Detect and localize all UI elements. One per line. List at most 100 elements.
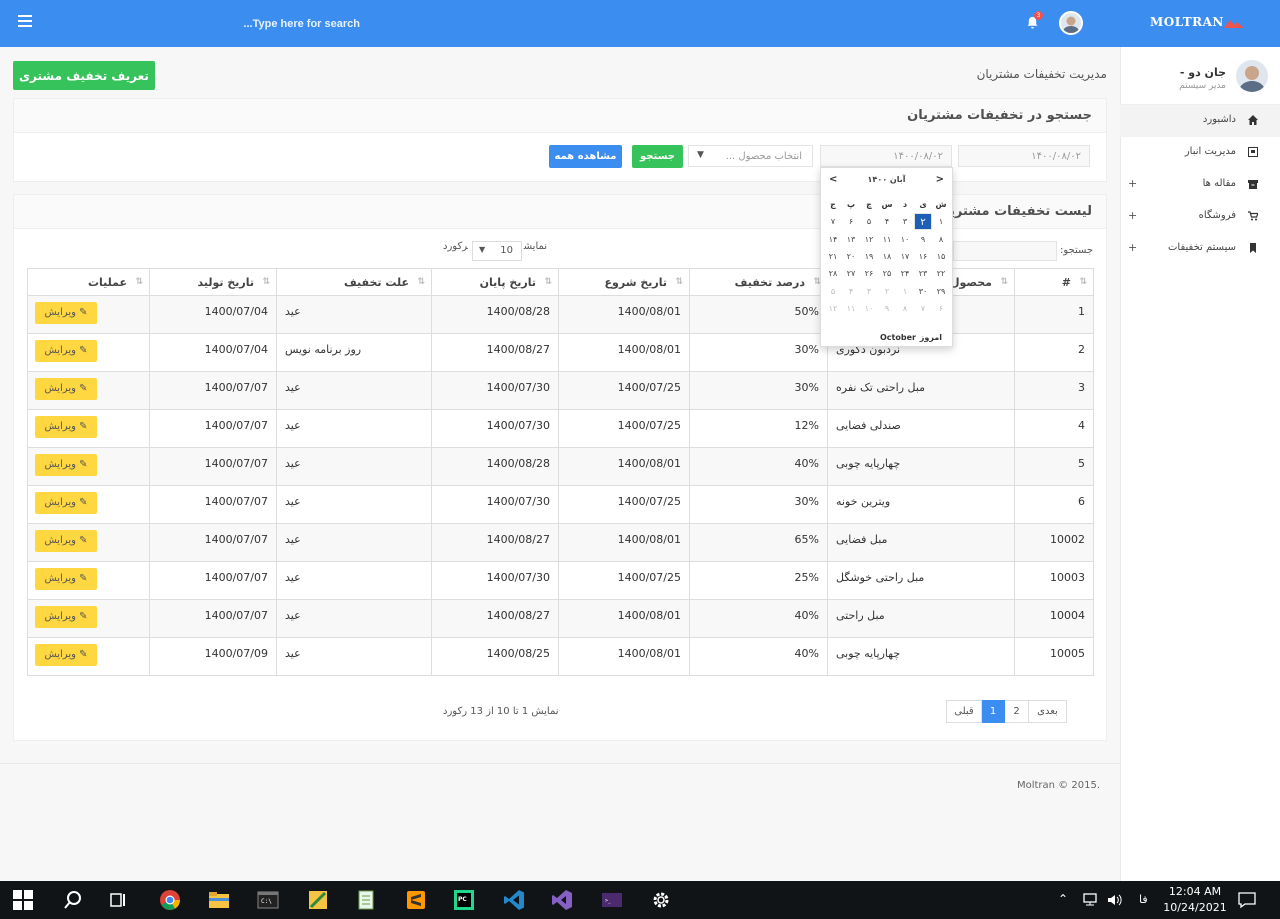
avatar[interactable] [1059,11,1083,35]
datepicker-today-button[interactable]: امروز [920,333,942,342]
notepad-icon[interactable] [355,889,377,911]
datepicker-day[interactable]: ۳ [860,283,878,300]
datepicker-day[interactable]: ۲۶ [860,265,878,282]
edit-button[interactable]: ✎ ویرایش [35,378,97,400]
datepicker-day[interactable]: ۲۱ [824,248,842,265]
powershell-icon[interactable]: >_ [601,889,623,911]
search-input[interactable] [60,13,360,35]
datepicker-day[interactable]: ۱۰ [896,231,914,248]
column-header[interactable]: ⇅ درصد تخفیف [689,268,828,296]
visual-studio-icon[interactable] [551,889,573,911]
datepicker-day[interactable]: ۱۱ [878,231,896,248]
datepicker-day[interactable]: ۵ [824,283,842,300]
pagination-next[interactable]: بعدی [1028,700,1067,723]
datepicker-day[interactable]: ۴ [878,213,896,230]
datepicker-day[interactable]: ۹ [914,231,932,248]
datepicker-day[interactable]: ۱۶ [914,248,932,265]
edit-button[interactable]: ✎ ویرایش [35,492,97,514]
datepicker-day[interactable]: ۲۰ [842,248,860,265]
taskbar-search-icon[interactable] [62,889,84,911]
clock-date[interactable]: 10/24/2021 [1163,901,1227,919]
pagination-prev[interactable]: قبلی [946,700,982,723]
datepicker-selected-day[interactable]: ۲ [914,213,932,231]
chrome-icon[interactable] [159,889,181,911]
task-view-icon[interactable] [108,889,130,911]
edit-button[interactable]: ✎ ویرایش [35,340,97,362]
datepicker-day[interactable]: ۲۳ [914,265,932,282]
expand-plus-icon[interactable]: + [1128,241,1137,254]
network-icon[interactable] [1082,891,1100,909]
column-header[interactable]: ⇅ تاریخ تولید [149,268,277,296]
define-discount-button[interactable]: تعریف تخفیف مشتری [13,61,155,90]
column-header[interactable]: ⇅ تاریخ پایان [431,268,559,296]
user-avatar[interactable] [1236,60,1268,92]
edit-button[interactable]: ✎ ویرایش [35,454,97,476]
edit-button[interactable]: ✎ ویرایش [35,606,97,628]
datepicker-day[interactable]: ۱۱ [842,300,860,317]
datepicker-day[interactable]: ۱۴ [824,231,842,248]
sidebar-item-articles[interactable]: مقاله ها + [1120,169,1280,201]
datepicker-day[interactable]: ۱۰ [860,300,878,317]
datepicker-day[interactable]: ۱ [932,213,950,230]
datepicker-day[interactable]: ۲۸ [824,265,842,282]
datepicker-day[interactable]: ۳۰ [914,283,932,300]
pycharm-icon[interactable]: PC [453,889,475,911]
datepicker-day[interactable]: ۹ [878,300,896,317]
sidebar-item-discounts[interactable]: سیستم تخفیفات + [1120,233,1280,265]
from-date-input[interactable] [958,145,1090,167]
page-length-select[interactable]: 10 ▼ [472,241,522,261]
column-header[interactable]: ⇅ تاریخ شروع [558,268,690,296]
file-explorer-icon[interactable] [208,889,230,911]
edit-button[interactable]: ✎ ویرایش [35,644,97,666]
datepicker-day[interactable]: ۲۲ [932,265,950,282]
datepicker-day[interactable]: ۱۲ [860,231,878,248]
column-header[interactable]: ⇅ عملیات [27,268,150,296]
user-name[interactable]: جان دو - [1180,66,1226,79]
tray-chevron-up-icon[interactable]: ⌃ [1058,892,1068,919]
column-header[interactable]: ⇅ # [1014,268,1094,296]
expand-plus-icon[interactable]: + [1128,177,1137,190]
datepicker-prev-arrow[interactable]: > [829,174,837,185]
datepicker-month-title[interactable]: آبان ۱۴۰۰ [821,175,952,184]
column-header[interactable]: ⇅ علت تخفیف [276,268,432,296]
edit-button[interactable]: ✎ ویرایش [35,416,97,438]
notifications-icon[interactable] [1237,890,1257,910]
edit-button[interactable]: ✎ ویرایش [35,302,97,324]
datepicker-day[interactable]: ۶ [842,213,860,230]
pagination-page-1[interactable]: 1 [981,700,1005,723]
sublime-text-icon[interactable] [405,889,427,911]
volume-icon[interactable] [1106,891,1124,909]
brand-logo[interactable]: MOLTRAN [1150,15,1224,29]
show-all-button[interactable]: مشاهده همه [549,145,622,168]
datepicker-day[interactable]: ۸ [932,231,950,248]
hamburger-menu-icon[interactable] [18,15,32,27]
datepicker-day[interactable]: ۲۷ [842,265,860,282]
datepicker-day[interactable]: ۲۴ [896,265,914,282]
sidebar-item-inventory[interactable]: مدیریت انبار [1120,137,1280,169]
datepicker-day[interactable]: ۴ [842,283,860,300]
datepicker-day[interactable]: ۶ [932,300,950,317]
datepicker-day[interactable]: ۱۸ [878,248,896,265]
product-select[interactable]: انتخاب محصول ... ▼ [688,145,813,167]
to-date-input[interactable] [820,145,952,167]
datepicker-day[interactable]: ۷ [914,300,932,317]
sidebar-item-dashboard[interactable]: داشبورد [1120,105,1280,137]
datepicker-day[interactable]: ۱۷ [896,248,914,265]
datepicker-day[interactable]: ۱۳ [842,231,860,248]
datepicker-day[interactable]: ۷ [824,213,842,230]
edit-button[interactable]: ✎ ویرایش [35,530,97,552]
datepicker-day[interactable]: ۱۵ [932,248,950,265]
pagination-page-2[interactable]: 2 [1004,700,1029,723]
settings-gear-icon[interactable] [650,889,672,911]
datepicker-day[interactable]: ۵ [860,213,878,230]
datepicker-day[interactable]: ۱۲ [824,300,842,317]
language-indicator[interactable]: فا [1139,893,1148,919]
vscode-icon[interactable] [503,889,525,911]
windows-start-icon[interactable] [13,890,33,910]
sidebar-item-shop[interactable]: فروشگاه + [1120,201,1280,233]
datepicker-day[interactable]: ۲ [878,283,896,300]
datepicker-day[interactable]: ۱۹ [860,248,878,265]
datepicker-day[interactable]: ۸ [896,300,914,317]
app-icon[interactable] [307,889,329,911]
table-search-input[interactable] [953,241,1057,261]
